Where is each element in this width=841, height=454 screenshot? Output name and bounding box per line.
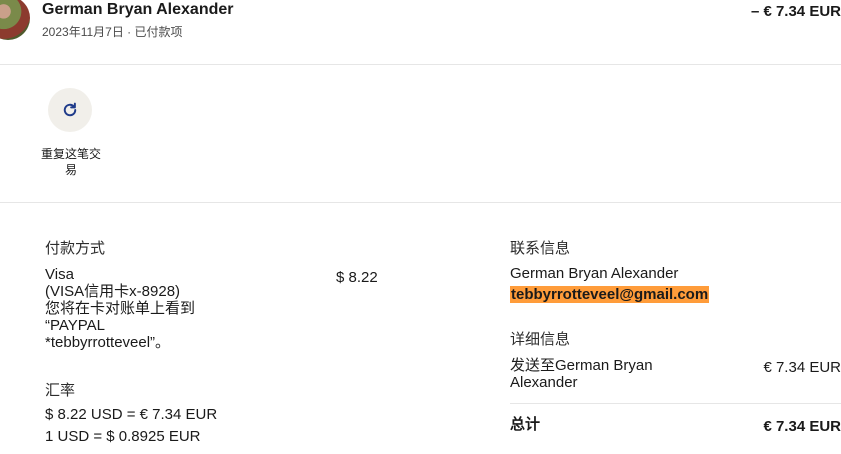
payment-card-details: Visa (VISA信用卡x-8928) 您将在卡对账单上看到 “PAYPAL …: [45, 266, 196, 351]
divider: [0, 202, 841, 203]
payment-card-amount: $ 8.22: [336, 269, 378, 286]
contact-email-highlighted[interactable]: tebbyrrotteveel@gmail.com: [510, 286, 710, 303]
repeat-transaction-button[interactable]: [48, 88, 92, 132]
transaction-amount: – € 7.34 EUR: [750, 3, 841, 20]
repeat-transaction-label[interactable]: 重复这笔交 易: [36, 146, 106, 178]
sent-to-label: 发送至German Bryan Alexander: [510, 357, 653, 391]
exchange-rate-unit: 1 USD = $ 0.8925 EUR: [45, 428, 201, 445]
total-amount: € 7.34 EUR: [763, 418, 841, 435]
contact-name: German Bryan Alexander: [510, 265, 679, 282]
exchange-rate-line: $ 8.22 USD = € 7.34 EUR: [45, 406, 218, 423]
divider: [0, 64, 841, 65]
payment-method-heading: 付款方式: [45, 240, 106, 257]
divider: [510, 403, 841, 404]
details-heading: 详细信息: [510, 331, 571, 348]
contact-info-heading: 联系信息: [510, 240, 571, 257]
avatar: [0, 0, 30, 40]
refresh-icon: [63, 102, 77, 117]
contact-email[interactable]: tebbyrrotteveel@gmail.com: [510, 286, 710, 303]
sent-amount: € 7.34 EUR: [763, 359, 841, 376]
transaction-date-status: 2023年11月7日 · 已付款项: [42, 25, 183, 39]
total-label: 总计: [510, 416, 541, 433]
exchange-rate-heading: 汇率: [45, 382, 76, 399]
merchant-name: German Bryan Alexander: [42, 1, 234, 18]
